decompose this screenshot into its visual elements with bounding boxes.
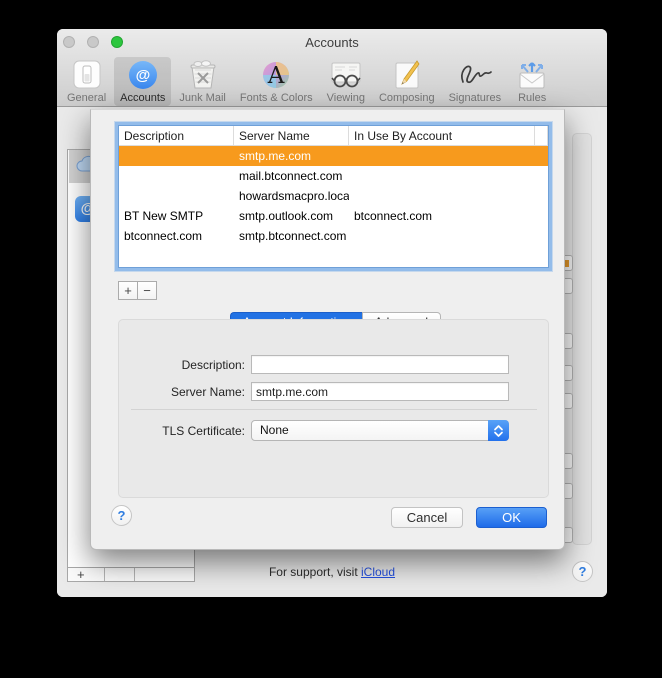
preferences-toolbar: General @ Accounts [60, 57, 556, 106]
close-button[interactable] [63, 36, 75, 48]
description-field[interactable] [251, 355, 509, 374]
table-row[interactable]: btconnect.com smtp.btconnect.com [119, 226, 548, 246]
signatures-icon [457, 59, 493, 91]
list-edit-buttons: + − [118, 281, 157, 300]
table-header: Description Server Name In Use By Accoun… [119, 126, 548, 146]
toolbar-label: Viewing [327, 92, 365, 104]
window-chrome: Accounts General [57, 29, 607, 107]
toolbar-label: General [67, 92, 106, 104]
cell-server: howardsmacpro.local [234, 186, 349, 206]
icloud-link[interactable]: iCloud [361, 565, 395, 579]
cell-server: smtp.me.com [234, 146, 349, 166]
server-name-label: Server Name: [131, 385, 251, 399]
cell-description [119, 166, 234, 186]
toolbar-item-composing[interactable]: Composing [373, 57, 441, 106]
preferences-window: Accounts General [57, 29, 607, 597]
sheet-help-button[interactable]: ? [111, 505, 132, 526]
column-header-in-use[interactable]: In Use By Account [349, 126, 535, 145]
table-row[interactable]: BT New SMTP smtp.outlook.com btconnect.c… [119, 206, 548, 226]
cell-account [349, 146, 535, 166]
switch-icon [71, 59, 103, 91]
toolbar-label: Rules [518, 92, 546, 104]
zoom-button[interactable] [111, 36, 123, 48]
add-server-button[interactable]: + [118, 281, 138, 300]
toolbar-item-rules[interactable]: Rules [509, 57, 555, 106]
fonts-icon: A [260, 59, 292, 91]
column-header-description[interactable]: Description [119, 126, 234, 145]
toolbar-item-general[interactable]: General [61, 57, 112, 106]
cell-description: BT New SMTP [119, 206, 234, 226]
toolbar-label: Junk Mail [179, 92, 225, 104]
tls-certificate-value: None [260, 423, 289, 437]
cancel-button[interactable]: Cancel [391, 507, 463, 528]
toolbar-item-viewing[interactable]: Viewing [321, 57, 371, 106]
background-groupbox-edge [572, 133, 592, 545]
accounts-pane-background: @ + For support, visit iCloud ? Descript… [57, 108, 607, 597]
column-header-spacer [535, 126, 548, 145]
traffic-lights [63, 36, 123, 48]
description-label: Description: [131, 358, 251, 372]
toolbar-item-accounts[interactable]: @ Accounts [114, 57, 171, 106]
column-header-server-name[interactable]: Server Name [234, 126, 349, 145]
minimize-button[interactable] [87, 36, 99, 48]
table-row[interactable]: mail.btconnect.com [119, 166, 548, 186]
toolbar-label: Composing [379, 92, 435, 104]
support-text-prefix: For support, visit [269, 565, 361, 579]
toolbar-item-fonts-colors[interactable]: A Fonts & Colors [234, 57, 319, 106]
cell-server: smtp.outlook.com [234, 206, 349, 226]
table-row[interactable]: howardsmacpro.local [119, 186, 548, 206]
tls-certificate-label: TLS Certificate: [131, 424, 251, 438]
smtp-server-table[interactable]: Description Server Name In Use By Accoun… [118, 125, 549, 268]
cell-account [349, 226, 535, 246]
composing-icon [391, 59, 423, 91]
toolbar-label: Accounts [120, 92, 165, 104]
toolbar-item-signatures[interactable]: Signatures [443, 57, 508, 106]
smtp-server-sheet: Description Server Name In Use By Accoun… [90, 109, 565, 550]
tls-certificate-popup[interactable]: None [251, 420, 509, 441]
window-title: Accounts [57, 29, 607, 56]
cell-description: btconnect.com [119, 226, 234, 246]
toolbar-label: Fonts & Colors [240, 92, 313, 104]
chevron-up-down-icon [488, 420, 509, 441]
server-name-row: Server Name: [131, 382, 509, 401]
rules-icon [515, 59, 549, 91]
cell-server: smtp.btconnect.com [234, 226, 349, 246]
toolbar-label: Signatures [449, 92, 502, 104]
ok-button[interactable]: OK [476, 507, 547, 528]
table-row[interactable]: smtp.me.com [119, 146, 548, 166]
toolbar-item-junk-mail[interactable]: Junk Mail [173, 57, 231, 106]
cell-account: btconnect.com [349, 206, 535, 226]
cell-account [349, 186, 535, 206]
tls-certificate-row: TLS Certificate: None [131, 420, 509, 441]
description-row: Description: [131, 355, 509, 374]
support-text: For support, visit iCloud [57, 565, 607, 579]
svg-text:@: @ [135, 67, 150, 84]
cell-account [349, 166, 535, 186]
title-bar[interactable]: Accounts [57, 29, 607, 56]
field-mark [565, 260, 569, 267]
cell-server: mail.btconnect.com [234, 166, 349, 186]
server-name-field[interactable] [251, 382, 509, 401]
form-divider [131, 409, 537, 410]
remove-server-button[interactable]: − [137, 281, 157, 300]
cell-description [119, 186, 234, 206]
junk-icon [186, 59, 220, 91]
at-icon: @ [127, 59, 159, 91]
cell-description [119, 146, 234, 166]
window-help-button[interactable]: ? [572, 561, 593, 582]
svg-text:A: A [267, 63, 285, 89]
viewing-icon [329, 59, 363, 91]
